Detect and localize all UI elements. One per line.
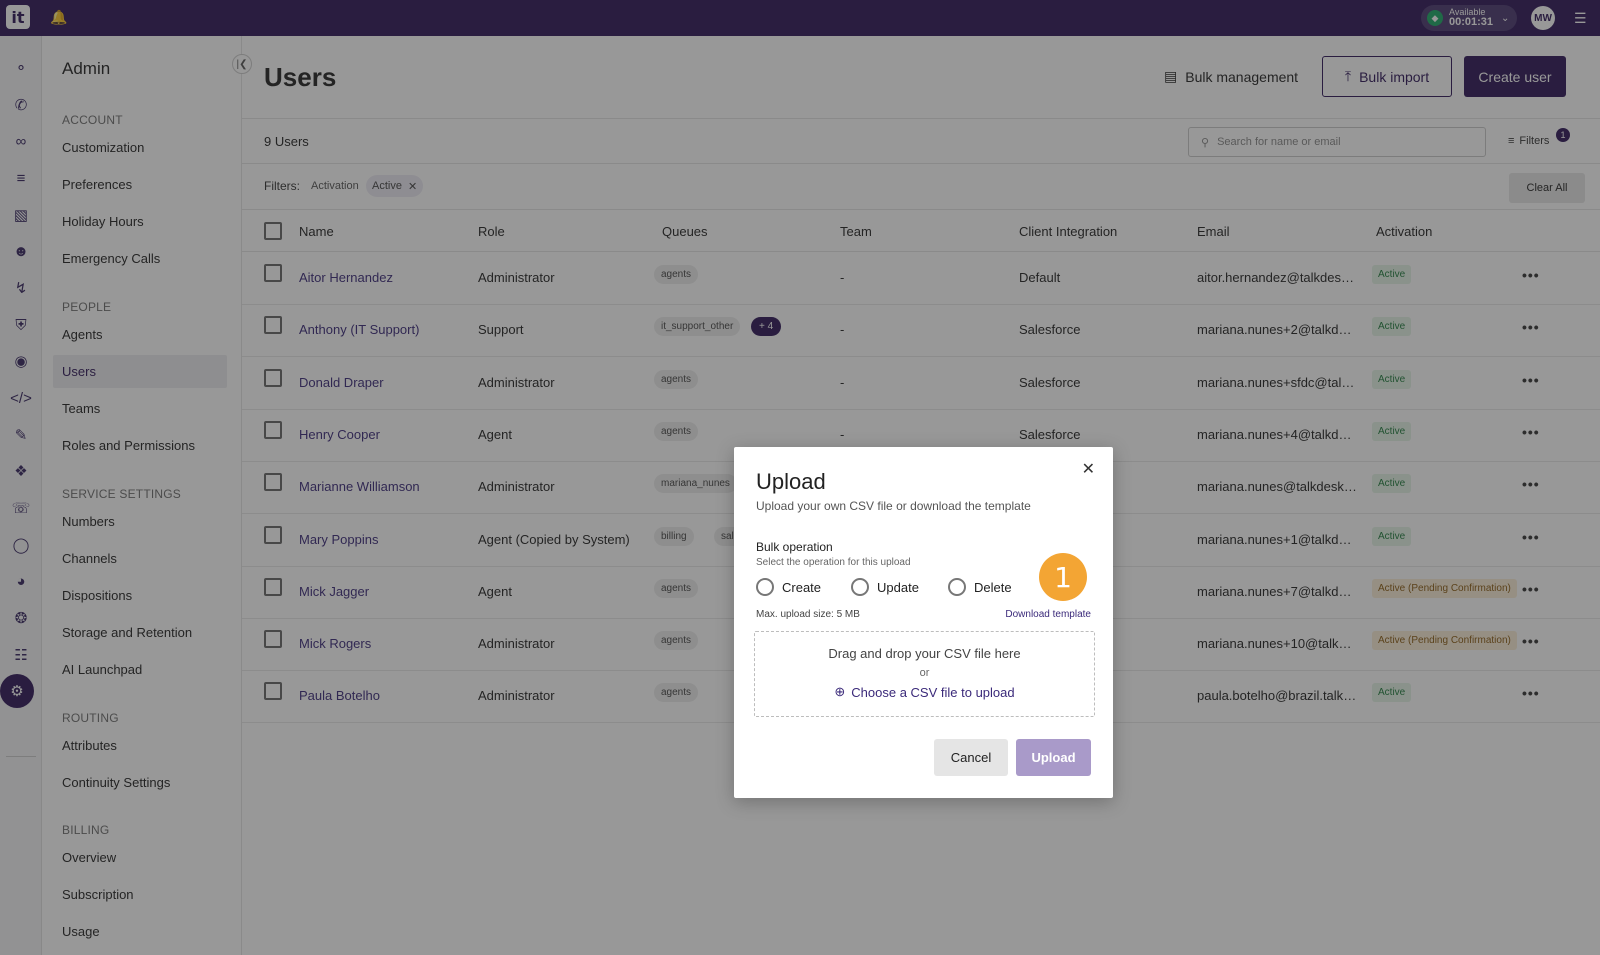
cancel-button[interactable]: Cancel	[934, 739, 1008, 776]
radio-delete[interactable]: Delete	[948, 578, 1012, 596]
radio-circle[interactable]	[948, 578, 966, 596]
radio-circle[interactable]	[756, 578, 774, 596]
step-number-badge: 1	[1039, 553, 1087, 601]
radio-create[interactable]: Create	[756, 578, 821, 596]
radio-update-label: Update	[877, 579, 919, 595]
download-template-link[interactable]: Download template	[1005, 609, 1091, 620]
dropzone-text: Drag and drop your CSV file here	[828, 646, 1021, 661]
plus-circle-icon: ⊕	[834, 684, 846, 699]
dialog-subtitle: Upload your own CSV file or download the…	[756, 499, 1031, 513]
choose-file-link[interactable]: ⊕ Choose a CSV file to upload	[755, 684, 1094, 700]
radio-delete-label: Delete	[974, 579, 1012, 595]
upload-dialog: ✕ Upload Upload your own CSV file or dow…	[734, 447, 1113, 798]
csv-dropzone[interactable]: Drag and drop your CSV file here or ⊕ Ch…	[754, 631, 1095, 717]
dialog-title: Upload	[756, 469, 826, 494]
dropzone-or: or	[919, 667, 930, 679]
close-icon[interactable]: ✕	[1082, 459, 1095, 479]
bulk-operation-label: Bulk operation	[756, 540, 833, 554]
choose-file-label: Choose a CSV file to upload	[851, 684, 1015, 700]
bulk-operation-hint: Select the operation for this upload	[756, 557, 911, 568]
max-upload-size: Max. upload size: 5 MB	[756, 609, 860, 620]
radio-update[interactable]: Update	[851, 578, 919, 596]
radio-circle[interactable]	[851, 578, 869, 596]
upload-button[interactable]: Upload	[1016, 739, 1091, 776]
radio-create-label: Create	[782, 579, 822, 595]
